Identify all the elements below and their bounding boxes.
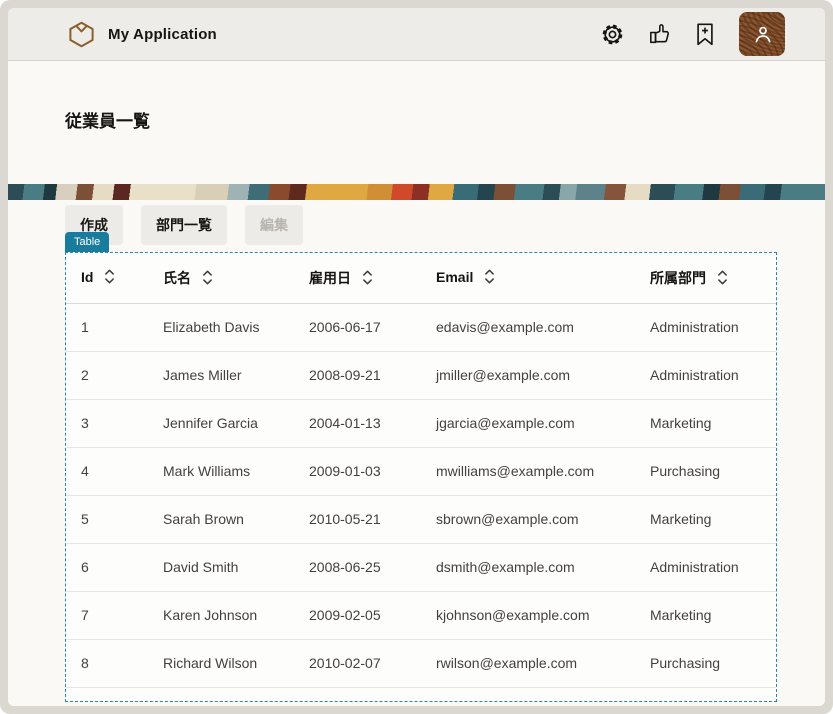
app-title: My Application	[108, 26, 217, 43]
table-cell: jgarcia@example.com	[421, 399, 635, 447]
app-brand[interactable]: My Application	[68, 21, 217, 48]
table-cell: 2010-05-21	[294, 495, 421, 543]
table-cell: 3	[66, 399, 148, 447]
column-header-email[interactable]: Email	[421, 253, 635, 303]
table-cell: Sarah Brown	[148, 495, 294, 543]
table-cell: 2	[66, 351, 148, 399]
table-cell: Purchasing	[635, 447, 776, 495]
page-title: 従業員一覧	[8, 61, 825, 132]
toolbar: 作成 部門一覧 編集	[65, 205, 825, 245]
department-list-button[interactable]: 部門一覧	[141, 205, 227, 245]
table-cell: 2009-01-03	[294, 447, 421, 495]
app-header: My Application	[8, 8, 825, 61]
app-logo-box-icon	[68, 21, 95, 48]
table-cell: 7	[66, 591, 148, 639]
column-label: Email	[436, 269, 473, 285]
decorative-banner	[8, 184, 825, 200]
table-row: 6David Smith2008-06-25dsmith@example.com…	[66, 543, 776, 591]
settings-button[interactable]	[601, 23, 624, 46]
table-cell: 2008-09-21	[294, 351, 421, 399]
table-cell: jmiller@example.com	[421, 351, 635, 399]
sort-icon	[362, 272, 373, 288]
table-cell: Marketing	[635, 495, 776, 543]
table-cell: 5	[66, 495, 148, 543]
table-cell: 2009-02-05	[294, 591, 421, 639]
table-body: 1Elizabeth Davis2006-06-17edavis@example…	[66, 303, 776, 687]
table-cell: 4	[66, 447, 148, 495]
gear-icon	[601, 23, 624, 46]
table-cell: Richard Wilson	[148, 639, 294, 687]
table-cell: dsmith@example.com	[421, 543, 635, 591]
feedback-button[interactable]	[648, 23, 671, 46]
table-cell: sbrown@example.com	[421, 495, 635, 543]
table-row: 2James Miller2008-09-21jmiller@example.c…	[66, 351, 776, 399]
table-cell: 2006-06-17	[294, 303, 421, 351]
sort-icon	[484, 271, 495, 287]
table-cell: mwilliams@example.com	[421, 447, 635, 495]
thumbs-up-icon	[648, 23, 671, 46]
table-row: 8Richard Wilson2010-02-07rwilson@example…	[66, 639, 776, 687]
table-cell: Administration	[635, 351, 776, 399]
account-avatar[interactable]	[739, 12, 785, 56]
edit-button: 編集	[245, 205, 303, 245]
person-icon	[752, 24, 773, 45]
sort-icon	[202, 272, 213, 288]
region-badge[interactable]: Table	[65, 232, 109, 252]
table-cell: David Smith	[148, 543, 294, 591]
window-frame: My Application	[0, 0, 833, 714]
table-cell: rwilson@example.com	[421, 639, 635, 687]
column-header-department[interactable]: 所属部門	[635, 253, 776, 303]
table-row: 4Mark Williams2009-01-03mwilliams@exampl…	[66, 447, 776, 495]
table-row: 1Elizabeth Davis2006-06-17edavis@example…	[66, 303, 776, 351]
table-cell: Jennifer Garcia	[148, 399, 294, 447]
table-cell: edavis@example.com	[421, 303, 635, 351]
title-section: 従業員一覧	[8, 61, 825, 184]
column-label: 雇用日	[309, 270, 351, 286]
page: My Application	[8, 8, 825, 706]
column-label: 所属部門	[650, 270, 706, 286]
table-cell: James Miller	[148, 351, 294, 399]
table-cell: Administration	[635, 303, 776, 351]
column-header-id[interactable]: Id	[66, 253, 148, 303]
table-cell: Mark Williams	[148, 447, 294, 495]
table-cell: Marketing	[635, 591, 776, 639]
table-cell: 2004-01-13	[294, 399, 421, 447]
table-cell: 2008-06-25	[294, 543, 421, 591]
table-cell: Elizabeth Davis	[148, 303, 294, 351]
sort-icon	[717, 272, 728, 288]
table-row: 5Sarah Brown2010-05-21sbrown@example.com…	[66, 495, 776, 543]
column-header-name[interactable]: 氏名	[148, 253, 294, 303]
table-row: 3Jennifer Garcia2004-01-13jgarcia@exampl…	[66, 399, 776, 447]
column-header-hiredate[interactable]: 雇用日	[294, 253, 421, 303]
header-actions	[601, 12, 785, 56]
table-cell: 2010-02-07	[294, 639, 421, 687]
employee-table: Id 氏名 雇用日 Email	[66, 253, 776, 688]
table-region: Id 氏名 雇用日 Email	[65, 252, 777, 702]
table-cell: 1	[66, 303, 148, 351]
table-cell: kjohnson@example.com	[421, 591, 635, 639]
sort-icon	[104, 271, 115, 287]
table-row: 7Karen Johnson2009-02-05kjohnson@example…	[66, 591, 776, 639]
table-cell: Marketing	[635, 399, 776, 447]
column-label: Id	[81, 269, 93, 285]
column-label: 氏名	[163, 270, 191, 286]
table-cell: 8	[66, 639, 148, 687]
table-header-row: Id 氏名 雇用日 Email	[66, 253, 776, 303]
bookmark-button[interactable]	[695, 23, 715, 46]
table-region-wrap: Table Id 氏名	[65, 252, 777, 702]
table-cell: Purchasing	[635, 639, 776, 687]
bookmark-plus-icon	[695, 23, 715, 46]
table-cell: Karen Johnson	[148, 591, 294, 639]
table-cell: 6	[66, 543, 148, 591]
table-cell: Administration	[635, 543, 776, 591]
content: 作成 部門一覧 編集 Table Id	[8, 205, 825, 702]
